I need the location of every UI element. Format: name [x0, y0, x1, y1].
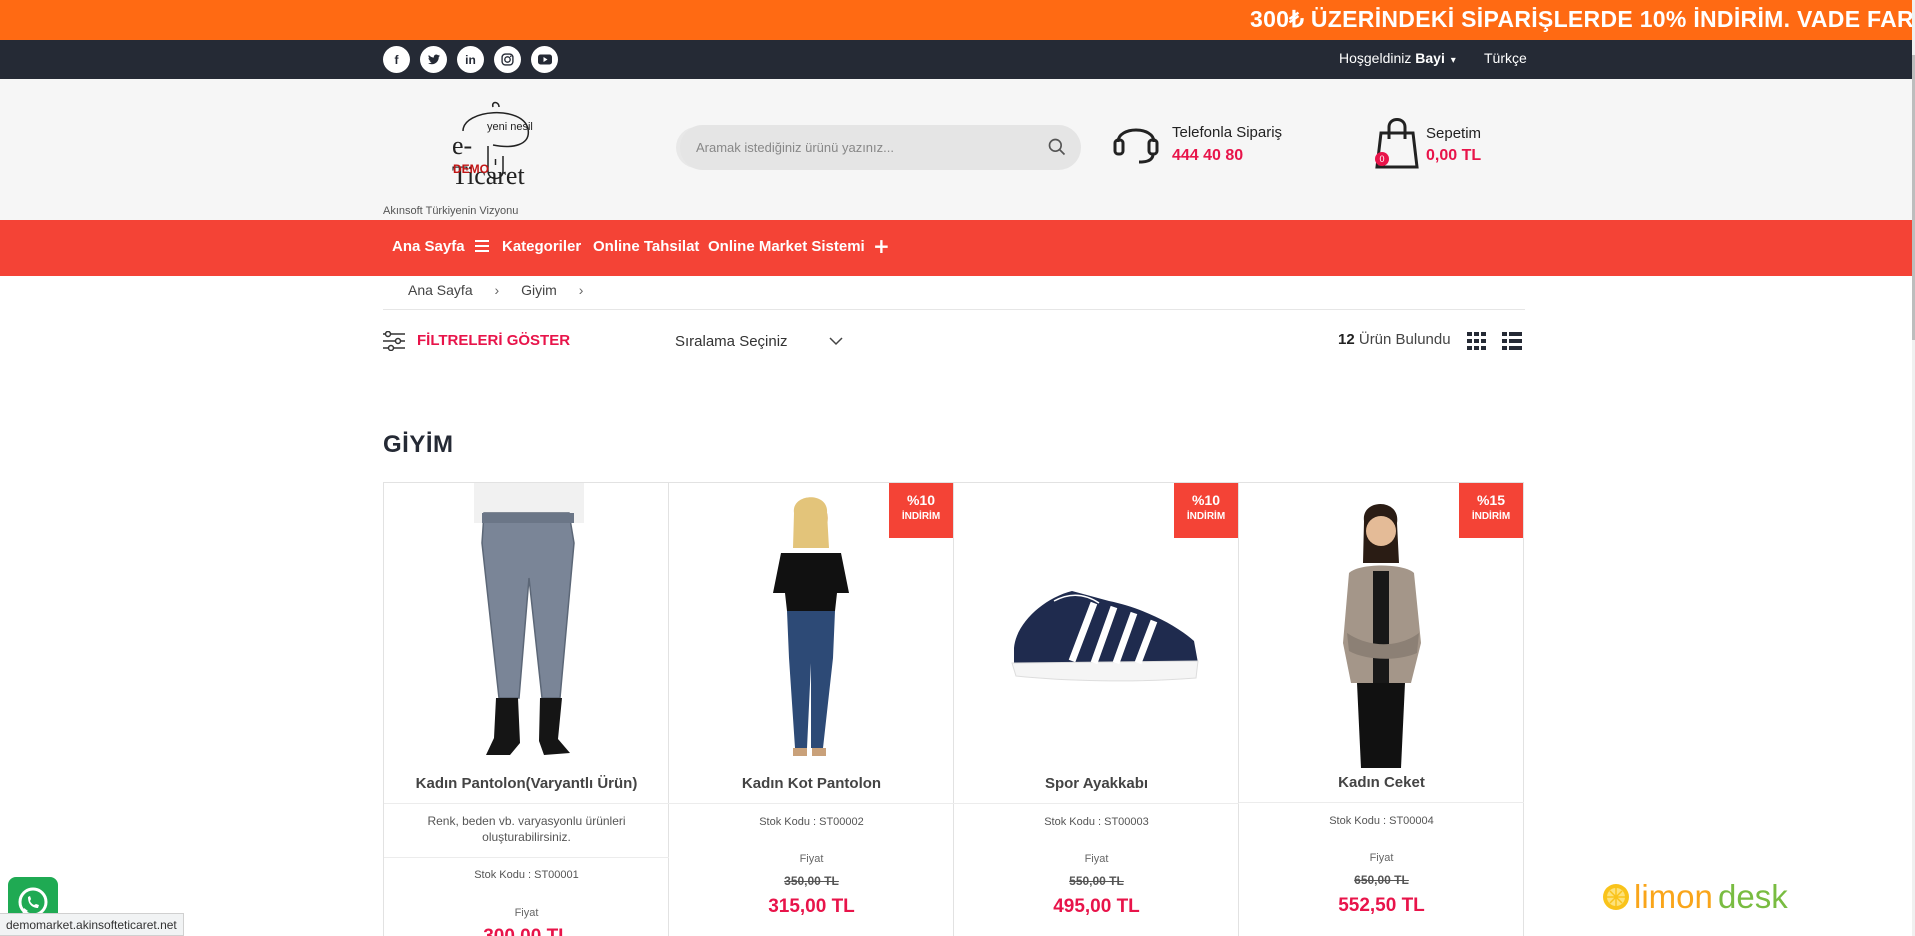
product-stock-code: Stok Kodu : ST00001 — [474, 869, 579, 881]
product-price: 300,00 TL — [384, 926, 669, 936]
filter-label: FİLTRELERİ GÖSTER — [417, 332, 571, 349]
page: 300₺ ÜZERİNDEKİ SİPARİŞLERDE 10% İNDİRİM… — [0, 0, 1915, 936]
logo-wordmark: e-Ticaret — [452, 131, 525, 190]
divider — [669, 803, 954, 804]
nav-categories[interactable]: Kategoriler — [502, 238, 581, 255]
discount-badge: %10 İNDİRİM — [1174, 483, 1238, 538]
divider — [1239, 802, 1524, 803]
logo-tagline: Akınsoft Türkiyenin Vizyonu — [383, 205, 519, 217]
product-stock-code: Stok Kodu : ST00002 — [759, 816, 864, 828]
discount-label: İNDİRİM — [901, 511, 941, 522]
section-title: GİYİM — [383, 431, 454, 458]
discount-percent: %10 — [1191, 492, 1221, 508]
breadcrumb-home[interactable]: Ana Sayfa — [408, 282, 473, 298]
welcome-menu[interactable]: Hoşgeldiniz Bayi ▾ — [1339, 50, 1456, 66]
cart-total: 0,00 TL — [1426, 147, 1482, 164]
phone-number: 444 40 80 — [1172, 147, 1244, 164]
welcome-label: Hoşgeldiniz — [1339, 50, 1416, 66]
header: yeni nesil e-Ticaret DEMO Akınsoft Türki… — [0, 79, 1912, 220]
divider — [384, 857, 669, 858]
chevron-down-icon: ▾ — [1450, 55, 1456, 66]
lemon-icon — [1603, 884, 1629, 910]
user-name: Bayi — [1415, 50, 1445, 66]
breadcrumb-separator: › — [578, 282, 584, 298]
limondesk-text-limon: limon — [1634, 878, 1713, 915]
product-old-price: 550,00 TL — [1069, 874, 1124, 888]
discount-badge: %15 İNDİRİM — [1459, 483, 1523, 538]
limondesk-text-desk: desk — [1718, 878, 1788, 915]
sliders-icon — [383, 331, 405, 351]
chevron-down-icon[interactable] — [829, 336, 843, 346]
language-selector[interactable]: Türkçe — [1484, 50, 1527, 66]
status-bar-url: demomarket.akinsofteticaret.net — [0, 913, 184, 936]
cart-title: Sepetim — [1426, 125, 1482, 142]
product-card[interactable]: %10 İNDİRİM Spor Ayakkabı Stok Kodu : ST… — [954, 483, 1239, 936]
discount-badge: %10 İNDİRİM — [889, 483, 953, 538]
product-name[interactable]: Kadın Kot Pantolon — [669, 775, 954, 792]
product-price: 552,50 TL — [1338, 895, 1425, 916]
product-price: 495,00 TL — [1053, 896, 1140, 917]
result-count: 12 Ürün Bulundu — [1338, 331, 1451, 348]
price-label: Fiyat — [514, 907, 539, 919]
top-bar: f in Hoşgeldiniz Bayi ▾ Türkçe — [0, 40, 1912, 79]
nav-online-market[interactable]: Online Market Sistemi — [708, 238, 865, 255]
sort-select[interactable]: Sıralama Seçiniz — [675, 333, 788, 350]
list-view-icon[interactable] — [1502, 332, 1522, 350]
product-old-price: 350,00 TL — [784, 874, 839, 888]
headset-icon — [1113, 128, 1159, 164]
promo-banner[interactable]: 300₺ ÜZERİNDEKİ SİPARİŞLERDE 10% İNDİRİM… — [0, 0, 1915, 40]
logo-demo: DEMO — [453, 162, 489, 176]
search-box — [680, 125, 1081, 170]
twitter-icon[interactable] — [420, 46, 447, 73]
menu-icon[interactable] — [475, 240, 489, 252]
product-name[interactable]: Kadın Pantolon(Varyantlı Ürün) — [384, 775, 669, 792]
site-logo[interactable]: yeni nesil e-Ticaret DEMO Akınsoft Türki… — [383, 101, 543, 217]
grid-view-icon[interactable] — [1467, 332, 1487, 350]
price-label: Fiyat — [799, 853, 824, 865]
divider — [384, 803, 669, 804]
result-count-number: 12 — [1338, 331, 1355, 348]
instagram-icon[interactable] — [494, 46, 521, 73]
price-label: Fiyat — [1369, 852, 1394, 864]
product-card[interactable]: Kadın Pantolon(Varyantlı Ürün) Renk, bed… — [384, 483, 669, 936]
product-price: 315,00 TL — [768, 896, 855, 917]
search-icon[interactable] — [1047, 137, 1067, 157]
discount-label: İNDİRİM — [1471, 511, 1511, 522]
linkedin-icon[interactable]: in — [457, 46, 484, 73]
phone-title: Telefonla Sipariş — [1172, 124, 1283, 141]
result-count-label: Ürün Bulundu — [1354, 331, 1451, 348]
promo-text: 300₺ ÜZERİNDEKİ SİPARİŞLERDE 10% İNDİRİM… — [1250, 6, 1915, 32]
product-old-price: 650,00 TL — [1354, 873, 1409, 887]
divider — [383, 309, 1525, 310]
cart-count-badge: 0 — [1375, 152, 1389, 166]
price-label: Fiyat — [1084, 853, 1109, 865]
discount-percent: %15 — [1476, 492, 1506, 508]
product-card[interactable]: %15 İNDİRİM Kadın Ceket Stok Kodu : ST00… — [1239, 483, 1524, 936]
nav-home[interactable]: Ana Sayfa — [392, 238, 465, 255]
facebook-icon[interactable]: f — [383, 46, 410, 73]
product-name[interactable]: Spor Ayakkabı — [954, 775, 1239, 792]
product-image-pants[interactable] — [384, 483, 669, 768]
product-stock-code: Stok Kodu : ST00003 — [1044, 816, 1149, 828]
youtube-icon[interactable] — [531, 46, 558, 73]
product-name[interactable]: Kadın Ceket — [1239, 774, 1524, 791]
discount-label: İNDİRİM — [1186, 511, 1226, 522]
product-grid: Kadın Pantolon(Varyantlı Ürün) Renk, bed… — [383, 482, 1524, 936]
plus-icon[interactable]: + — [873, 234, 890, 258]
discount-percent: %10 — [906, 492, 936, 508]
breadcrumb-separator: › — [494, 282, 500, 298]
breadcrumb-current[interactable]: Giyim — [521, 282, 557, 298]
divider — [954, 803, 1239, 804]
product-card[interactable]: %10 İNDİRİM Kadın Kot Pantolon Stok Kodu… — [669, 483, 954, 936]
breadcrumb: Ana Sayfa › Giyim › — [408, 282, 601, 298]
search-input[interactable] — [696, 125, 1036, 170]
nav-online-payment[interactable]: Online Tahsilat — [593, 238, 699, 255]
product-description: Renk, beden vb. varyasyonlu ürünleri olu… — [427, 814, 626, 844]
product-stock-code: Stok Kodu : ST00004 — [1329, 815, 1434, 827]
main-nav: Ana Sayfa Kategoriler Online Tahsilat On… — [0, 220, 1912, 276]
